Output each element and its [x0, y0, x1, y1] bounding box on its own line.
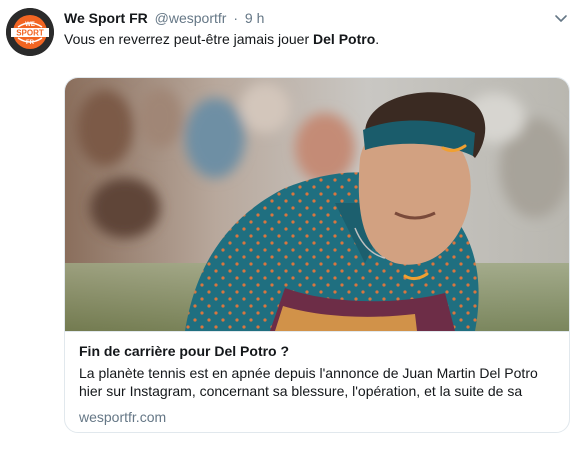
user-handle[interactable]: @wesportfr: [155, 10, 227, 26]
card-image[interactable]: [65, 78, 569, 331]
tweet-text-mention: Del Potro: [313, 31, 376, 47]
link-card[interactable]: Fin de carrière pour Del Potro ? La plan…: [64, 77, 570, 433]
card-domain: wesportfr.com: [79, 409, 167, 425]
separator-dot: ·: [233, 10, 238, 26]
tweet-text-end: .: [375, 31, 380, 47]
tweet: WE SPORT FR We Sport FR @wesportfr · 9 h…: [0, 0, 578, 450]
logo-text-we: WE: [25, 22, 35, 28]
card-description: La planète tennis est en apnée depuis l'…: [79, 365, 538, 399]
avatar[interactable]: WE SPORT FR: [6, 8, 54, 56]
tennis-player-photo: [65, 78, 569, 331]
we-sport-fr-logo: WE SPORT FR: [6, 8, 54, 56]
tweet-text: Vous en reverrez peut-être jamais jouer …: [64, 30, 379, 48]
tweet-header: We Sport FR @wesportfr · 9 h: [64, 9, 264, 27]
card-body[interactable]: Fin de carrière pour Del Potro ? La plan…: [65, 331, 569, 432]
timestamp[interactable]: 9 h: [245, 10, 264, 26]
display-name[interactable]: We Sport FR: [64, 10, 148, 26]
logo-text-fr: FR: [26, 40, 35, 46]
tweet-text-start: Vous en reverrez peut-être jamais jouer: [64, 31, 314, 47]
card-title: Fin de carrière pour Del Potro ?: [79, 343, 290, 359]
chevron-down-icon[interactable]: [553, 10, 569, 26]
logo-text-sport: SPORT: [16, 29, 44, 38]
